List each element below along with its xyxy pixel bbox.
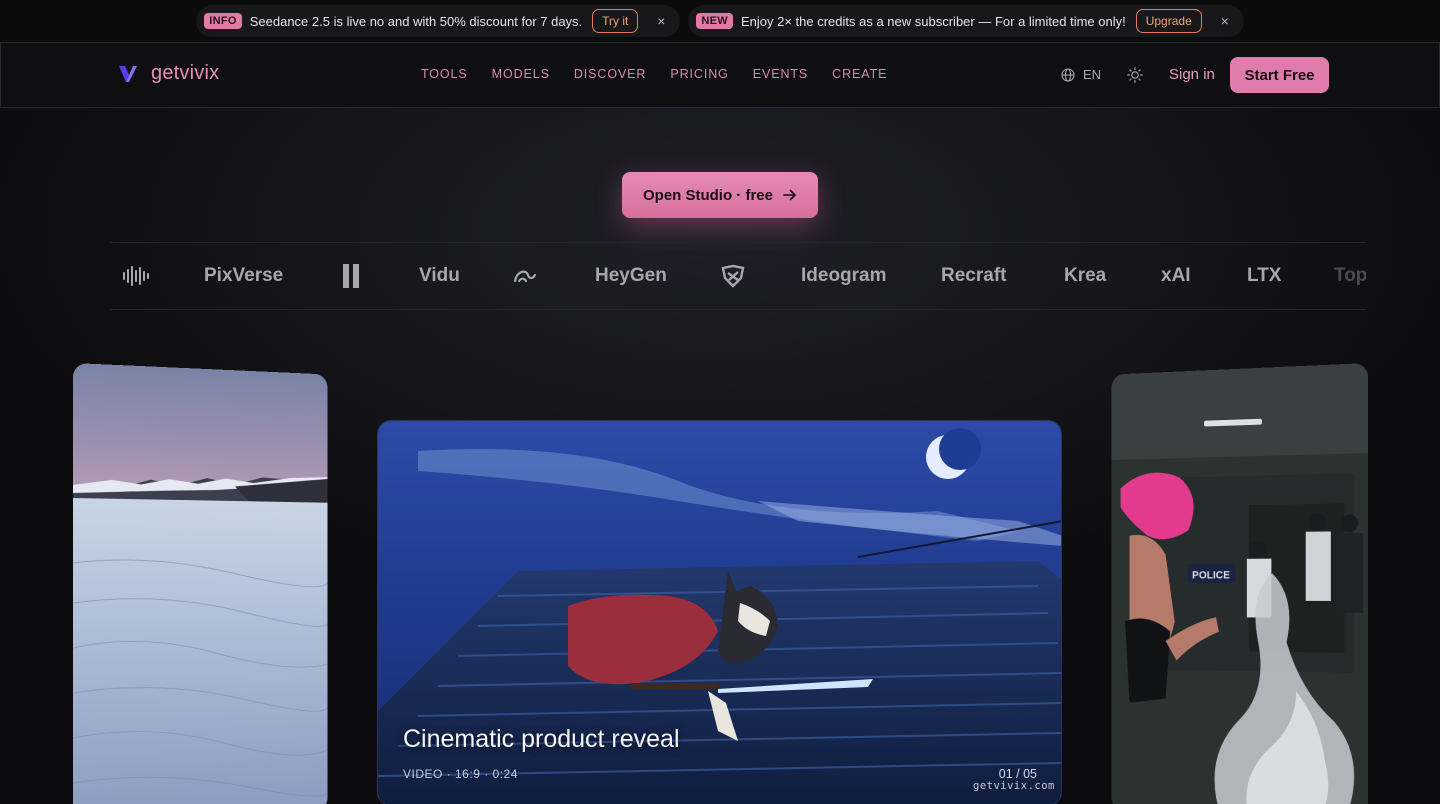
arrow-right-icon (783, 189, 797, 201)
open-studio-label: Open Studio · free (643, 187, 773, 204)
logo-vidu: Vidu (419, 265, 460, 287)
partner-logo-strip: PixVerse Vidu HeyGen Ideogram Recraft Kr… (110, 242, 1366, 310)
announcement-bar: INFO Seedance 2.5 is live no and with 50… (0, 0, 1440, 42)
svg-text:POLICE: POLICE (1192, 569, 1230, 581)
navbar: getvivix TOOLS MODELS DISCOVER PRICING E… (0, 42, 1440, 108)
swirl-logo-icon (512, 267, 538, 285)
brand-mark-icon (117, 63, 139, 85)
close-icon[interactable]: × (1216, 13, 1234, 29)
glacier-image (73, 363, 328, 804)
globe-icon (1061, 68, 1075, 82)
announcement-new: NEW Enjoy 2× the credits as a new subscr… (688, 5, 1243, 37)
announcement-new-text: Enjoy 2× the credits as a new subscriber… (741, 14, 1126, 29)
upgrade-button[interactable]: Upgrade (1136, 9, 1202, 33)
brand-name: getvivix (151, 62, 219, 85)
logo-ideogram: Ideogram (801, 265, 887, 287)
menu-pricing[interactable]: PRICING (670, 67, 728, 81)
close-icon[interactable]: × (652, 13, 670, 29)
sun-icon[interactable] (1127, 67, 1143, 83)
try-it-button[interactable]: Try it (592, 9, 638, 33)
open-studio-button[interactable]: Open Studio · free (622, 172, 818, 218)
menu-discover[interactable]: DISCOVER (574, 67, 647, 81)
action-scene-image: POLICE (1112, 363, 1368, 804)
showcase-card-action[interactable]: POLICE (1112, 363, 1368, 804)
logo-heygen: HeyGen (595, 265, 667, 287)
bars-logo-icon (342, 263, 360, 289)
announcement-info-text: Seedance 2.5 is live no and with 50% dis… (250, 14, 582, 29)
main-menu: TOOLS MODELS DISCOVER PRICING EVENTS CRE… (421, 67, 887, 81)
logo-recraft: Recraft (941, 265, 1006, 287)
brand-logo[interactable]: getvivix (117, 62, 219, 85)
menu-models[interactable]: MODELS (492, 67, 550, 81)
logo-top: Top (1334, 265, 1366, 287)
shield-logo-icon (720, 264, 746, 288)
logo-xai: xAI (1161, 265, 1191, 287)
menu-create[interactable]: CREATE (832, 67, 887, 81)
menu-events[interactable]: EVENTS (753, 67, 808, 81)
logo-krea: Krea (1064, 265, 1106, 287)
info-tag: INFO (204, 13, 241, 29)
waveform-logo-icon (122, 265, 150, 287)
logo-ltx: LTX (1247, 265, 1281, 287)
showcase-counter: 01 / 05 (999, 767, 1037, 781)
start-free-button[interactable]: Start Free (1230, 57, 1329, 93)
showcase-meta: VIDEO · 16:9 · 0:24 (403, 767, 518, 781)
logo-pixverse: PixVerse (204, 265, 283, 287)
language-label: EN (1083, 67, 1101, 82)
announcement-info: INFO Seedance 2.5 is live no and with 50… (196, 5, 680, 37)
watermark: getvivix.com (973, 780, 1055, 792)
showcase-card-glacier[interactable] (73, 363, 328, 804)
sign-in-link[interactable]: Sign in (1169, 66, 1215, 83)
menu-tools[interactable]: TOOLS (421, 67, 468, 81)
showcase-card-main[interactable]: Cinematic product reveal VIDEO · 16:9 · … (377, 420, 1062, 804)
showcase-title: Cinematic product reveal (403, 725, 680, 754)
new-tag: NEW (696, 13, 733, 29)
language-selector[interactable]: EN (1061, 67, 1101, 82)
